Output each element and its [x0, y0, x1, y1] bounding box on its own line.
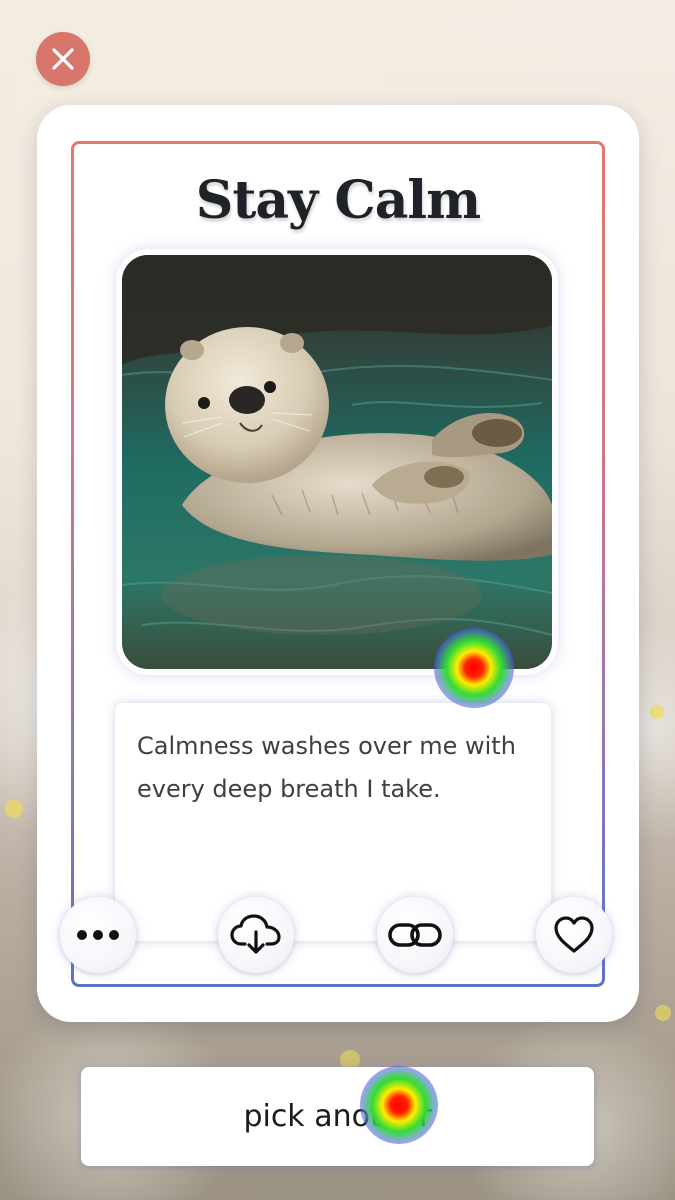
pick-another-button[interactable]: pick another [81, 1067, 594, 1166]
quote-text: Calmness washes over me with every deep … [137, 732, 516, 803]
background-bokeh [5, 800, 23, 818]
heart-icon [553, 916, 595, 954]
more-button[interactable] [60, 897, 136, 973]
affirmation-screen: Stay Calm Calmness washes over me with e… [0, 0, 675, 1200]
card-image [122, 255, 552, 669]
close-icon [51, 47, 75, 71]
more-icon [74, 928, 122, 942]
background-bokeh [655, 1005, 671, 1021]
pick-another-label: pick another [243, 1099, 432, 1134]
close-button[interactable] [36, 32, 90, 86]
like-button[interactable] [536, 897, 612, 973]
copy-link-button[interactable] [377, 897, 453, 973]
quote-box: Calmness washes over me with every deep … [115, 703, 551, 941]
cloud-download-icon [230, 914, 282, 956]
link-icon [387, 920, 443, 950]
background-bokeh [650, 705, 664, 719]
download-button[interactable] [218, 897, 294, 973]
card-title: Stay Calm [195, 170, 481, 231]
